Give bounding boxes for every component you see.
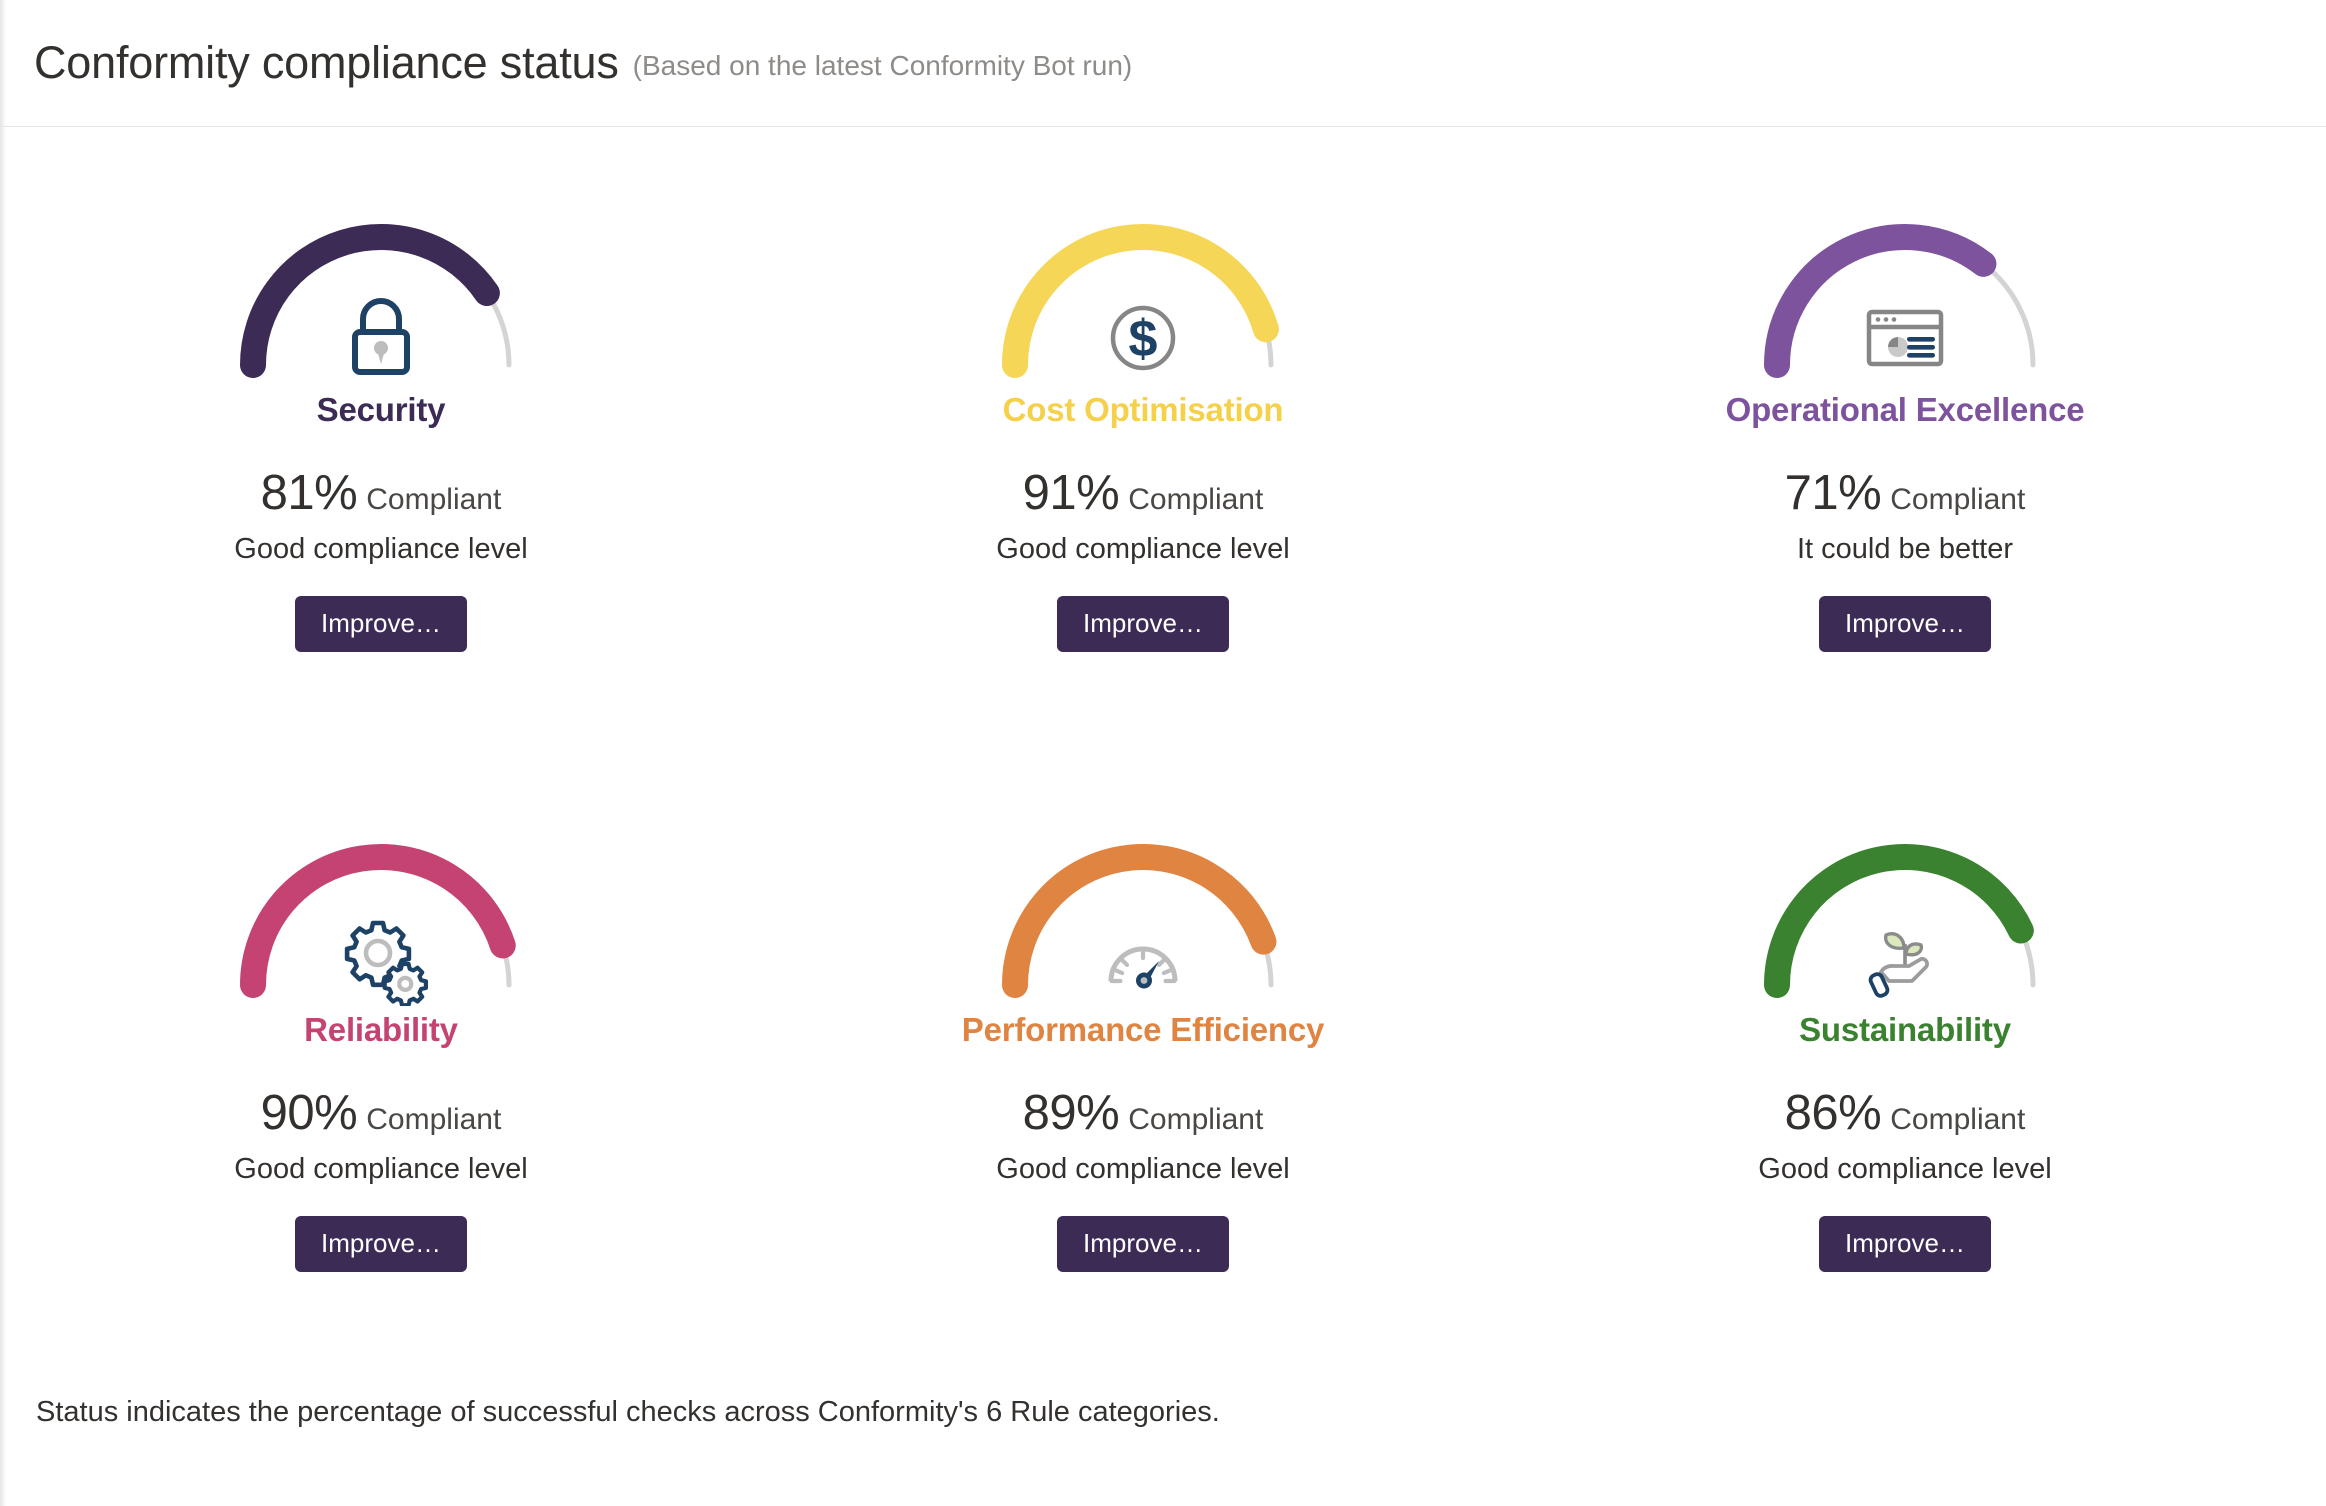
compliance-percentage: 90% Compliant: [261, 1085, 502, 1141]
compliance-percentage: 71% Compliant: [1785, 465, 2026, 521]
dashboard-window-icon: [1850, 285, 1960, 387]
compliant-label: Compliant: [366, 1103, 501, 1137]
compliance-level-text: Good compliance level: [996, 533, 1289, 566]
gauge-card-operational-excellence: Operational Excellence 71% Compliant It …: [1524, 127, 2286, 747]
gears-icon: [326, 905, 436, 1007]
compliance-percentage: 86% Compliant: [1785, 1085, 2026, 1141]
plant-in-hand-icon: [1850, 905, 1960, 1007]
speedometer-icon: [1088, 905, 1198, 1007]
compliant-label: Compliant: [366, 483, 501, 517]
percent-value: 81%: [261, 465, 358, 521]
compliance-percentage: 91% Compliant: [1023, 465, 1264, 521]
percent-value: 86%: [1785, 1085, 1882, 1141]
compliance-level-text: Good compliance level: [234, 533, 527, 566]
category-title: Reliability: [304, 1011, 458, 1049]
footer-note: Status indicates the percentage of succe…: [36, 1396, 1220, 1429]
improve-button[interactable]: Improve…: [295, 596, 467, 652]
gauge: [1705, 157, 2105, 387]
gauge: $: [943, 157, 1343, 387]
improve-button[interactable]: Improve…: [1057, 596, 1229, 652]
page-title: Conformity compliance status: [34, 37, 619, 89]
improve-button[interactable]: Improve…: [1057, 1216, 1229, 1272]
category-title: Security: [317, 391, 446, 429]
improve-button[interactable]: Improve…: [295, 1216, 467, 1272]
dollar-circle-icon: $: [1088, 285, 1198, 387]
compliant-label: Compliant: [1128, 483, 1263, 517]
gauge: [181, 157, 581, 387]
svg-text:$: $: [1129, 310, 1158, 368]
compliant-label: Compliant: [1890, 1103, 2025, 1137]
compliance-level-text: It could be better: [1797, 533, 2013, 566]
gauge: [1705, 777, 2105, 1007]
gauge-card-reliability: Reliability 90% Compliant Good complianc…: [0, 747, 762, 1367]
gauge-card-security: Security 81% Compliant Good compliance l…: [0, 127, 762, 747]
compliance-level-text: Good compliance level: [996, 1153, 1289, 1186]
category-title: Sustainability: [1799, 1011, 2011, 1049]
page-subtitle: (Based on the latest Conformity Bot run): [633, 50, 1133, 82]
gauge-card-cost-optimisation: $ Cost Optimisation 91% Compliant Good c…: [762, 127, 1524, 747]
percent-value: 71%: [1785, 465, 1882, 521]
percent-value: 91%: [1023, 465, 1120, 521]
gauge-card-sustainability: Sustainability 86% Compliant Good compli…: [1524, 747, 2286, 1367]
compliant-label: Compliant: [1890, 483, 2025, 517]
improve-button[interactable]: Improve…: [1819, 1216, 1991, 1272]
compliance-percentage: 81% Compliant: [261, 465, 502, 521]
improve-button[interactable]: Improve…: [1819, 596, 1991, 652]
gauge: [181, 777, 581, 1007]
compliance-percentage: 89% Compliant: [1023, 1085, 1264, 1141]
category-title: Operational Excellence: [1726, 391, 2085, 429]
percent-value: 90%: [261, 1085, 358, 1141]
category-title: Performance Efficiency: [962, 1011, 1324, 1049]
conformity-compliance-panel: Conformity compliance status (Based on t…: [0, 0, 2326, 1506]
compliant-label: Compliant: [1128, 1103, 1263, 1137]
lock-icon: [326, 285, 436, 387]
compliance-level-text: Good compliance level: [234, 1153, 527, 1186]
panel-header: Conformity compliance status (Based on t…: [0, 0, 2326, 127]
percent-value: 89%: [1023, 1085, 1120, 1141]
category-title: Cost Optimisation: [1003, 391, 1284, 429]
compliance-level-text: Good compliance level: [1758, 1153, 2051, 1186]
gauge: [943, 777, 1343, 1007]
gauge-card-performance-efficiency: Performance Efficiency 89% Compliant Goo…: [762, 747, 1524, 1367]
gauge-grid: Security 81% Compliant Good compliance l…: [0, 127, 2326, 1367]
